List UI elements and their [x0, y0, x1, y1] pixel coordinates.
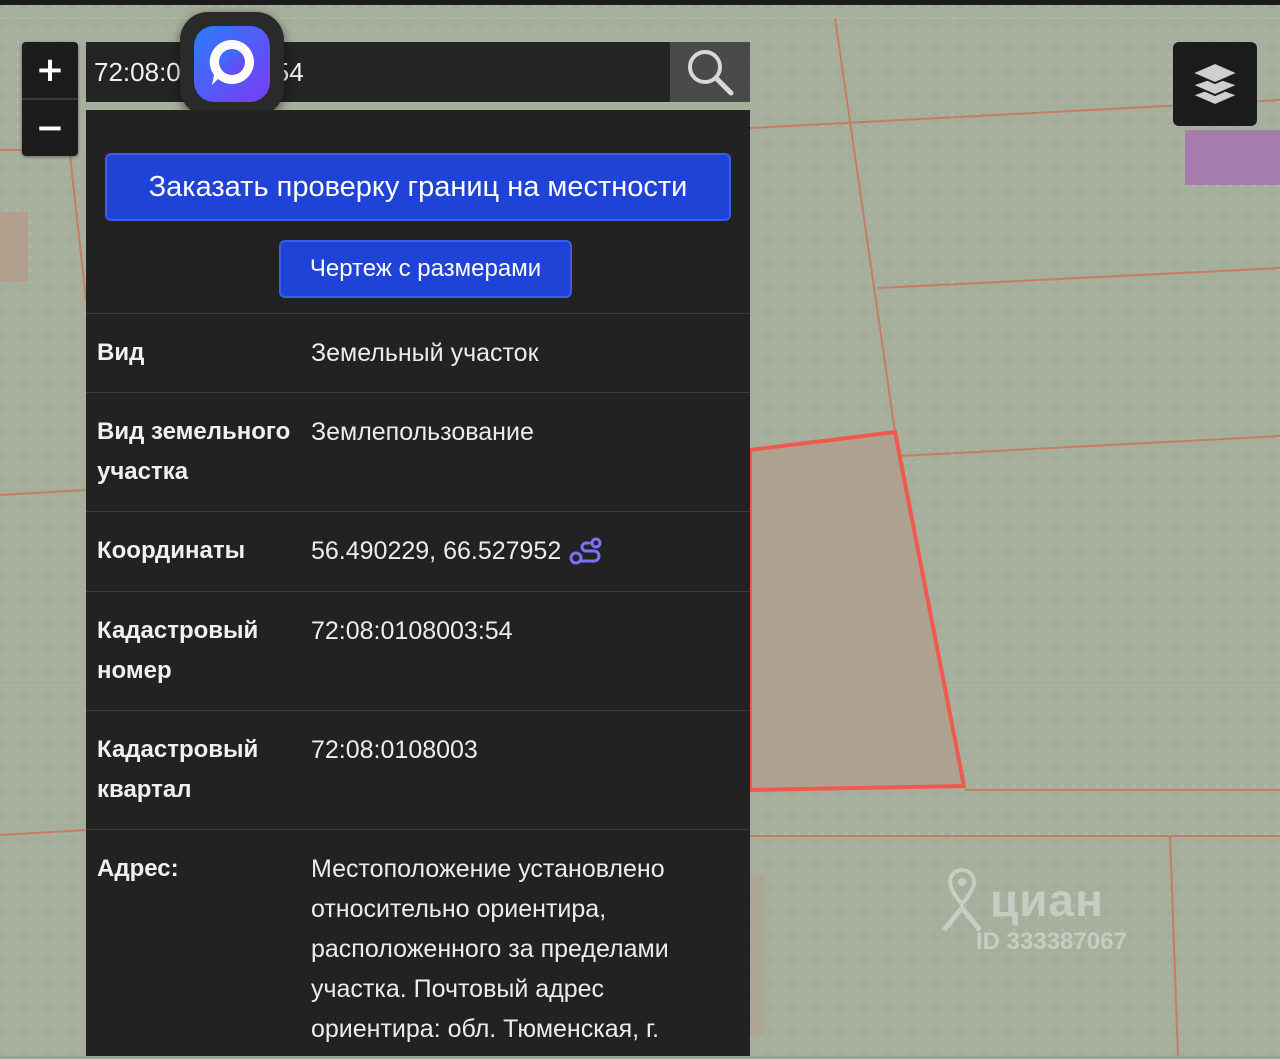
detail-row-type: Вид Земельный участок: [86, 313, 750, 392]
search-input[interactable]: [86, 42, 670, 102]
detail-label: Вид земельного участка: [97, 418, 291, 485]
detail-label: Кадастровый номер: [97, 617, 259, 684]
detail-label: Кадастровый квартал: [97, 736, 259, 803]
drawing-with-dimensions-button[interactable]: Чертеж с размерами: [279, 240, 572, 298]
zoom-control: + −: [22, 42, 78, 156]
status-bar: [0, 0, 1280, 5]
parcel-info-panel: Заказать проверку границ на местности Че…: [86, 110, 750, 1056]
watermark: циан ID 333387067: [940, 868, 1127, 956]
detail-label: Вид: [97, 339, 145, 366]
watermark-id: ID 333387067: [976, 928, 1127, 955]
search-icon: [688, 50, 734, 96]
app-logo-icon: [194, 26, 270, 102]
detail-row-cadastral-quarter: Кадастровый квартал 72:08:0108003: [86, 710, 750, 829]
detail-value: 72:08:0108003:54: [311, 617, 513, 645]
location-pin-icon: [942, 868, 982, 932]
detail-label: Координаты: [97, 537, 246, 564]
order-boundary-check-button[interactable]: Заказать проверку границ на местности: [105, 153, 731, 221]
detail-row-address: Адрес: Местоположение установлено относи…: [86, 829, 750, 1059]
detail-row-cadastral-number: Кадастровый номер 72:08:0108003:54: [86, 591, 750, 710]
detail-value: 72:08:0108003: [311, 736, 478, 764]
route-icon[interactable]: [569, 537, 603, 579]
detail-value[interactable]: 56.490229, 66.527952: [311, 531, 561, 571]
detail-row-coordinates: Координаты 56.490229, 66.527952: [86, 511, 750, 591]
watermark-brand: циан: [990, 874, 1104, 926]
zoom-out-button[interactable]: −: [22, 100, 78, 156]
parcel-details: Вид Земельный участок Вид земельного уча…: [86, 313, 750, 1059]
layers-button[interactable]: [1173, 42, 1257, 126]
zoom-in-button[interactable]: +: [22, 42, 78, 98]
detail-value: Земельный участок: [311, 339, 539, 367]
detail-value: Землепользование: [311, 418, 534, 446]
detail-label: Адрес:: [97, 855, 179, 882]
detail-value: Местоположение установлено относительно …: [311, 855, 669, 1043]
detail-row-land-type: Вид земельного участка Землепользование: [86, 392, 750, 511]
layers-icon: [1189, 61, 1241, 107]
search-button[interactable]: [670, 42, 750, 102]
floating-app-bubble[interactable]: [180, 12, 284, 116]
